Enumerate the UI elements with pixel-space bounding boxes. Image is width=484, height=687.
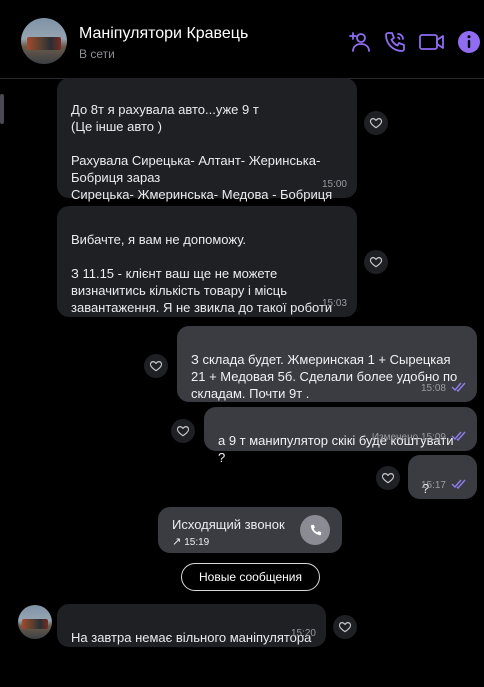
double-check-icon <box>451 382 466 392</box>
heart-icon[interactable] <box>376 466 400 490</box>
chat-title[interactable]: Маніпулятори Кравець <box>79 25 248 43</box>
heart-icon[interactable] <box>364 111 388 135</box>
chat-header: Маніпулятори Кравець В сети <box>0 0 484 79</box>
heart-icon[interactable] <box>171 419 195 443</box>
chat-status: В сети <box>79 47 115 61</box>
add-participant-icon[interactable] <box>348 30 372 54</box>
message-time: 15:20 <box>290 628 316 639</box>
call-time: ↗ 15:19 <box>172 536 210 548</box>
outgoing-call-card[interactable]: Исходящий звонок ↗ 15:19 <box>158 507 342 553</box>
contact-avatar[interactable] <box>21 18 67 64</box>
outgoing-call-arrow-icon: ↗ <box>172 536 182 548</box>
message-time: 15:17 <box>421 477 467 494</box>
heart-icon[interactable] <box>144 354 168 378</box>
video-call-icon[interactable] <box>418 30 446 54</box>
info-icon[interactable] <box>457 30 481 54</box>
message-bubble[interactable]: а 9 т манипулятор скікі буде коштувати ?… <box>204 407 477 465</box>
message-bubble[interactable]: З склада будет. Жмеринская 1 + Сырецкая … <box>177 326 477 402</box>
heart-icon[interactable] <box>333 615 357 639</box>
double-check-icon <box>451 431 466 441</box>
message-time: 15:00 <box>321 179 347 190</box>
heart-icon[interactable] <box>364 250 388 274</box>
message-bubble[interactable]: ? 15:17 <box>408 455 477 499</box>
new-messages-divider[interactable]: Новые сообщения <box>181 563 320 591</box>
message-time: Изменено 15:09 <box>372 429 467 446</box>
phone-icon[interactable] <box>300 515 330 545</box>
message-bubble[interactable]: На завтра немає вільного маніпулятора 15… <box>57 604 326 647</box>
message-text: На завтра немає вільного маніпулятора <box>71 630 312 645</box>
voice-call-icon[interactable] <box>383 30 407 54</box>
message-time: 15:08 <box>421 380 467 397</box>
message-time: 15:03 <box>321 298 347 309</box>
message-bubble[interactable]: Вибачте, я вам не допоможу. З 11.15 - кл… <box>57 206 357 317</box>
sender-avatar[interactable] <box>18 605 52 639</box>
message-text: До 8т я рахувала авто...уже 9 т (Це інше… <box>71 102 333 202</box>
double-check-icon <box>451 479 466 489</box>
message-bubble[interactable]: До 8т я рахувала авто...уже 9 т (Це інше… <box>57 78 357 202</box>
message-text: Вибачте, я вам не допоможу. З 11.15 - кл… <box>71 232 333 315</box>
scrollbar-thumb[interactable] <box>0 94 4 124</box>
call-label: Исходящий звонок <box>172 517 285 532</box>
